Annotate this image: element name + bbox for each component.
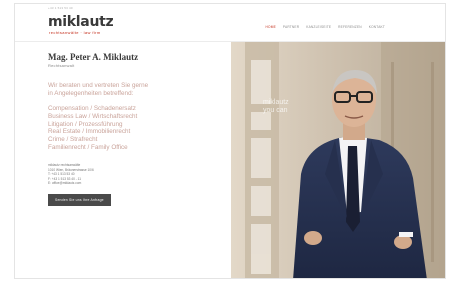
top-contact-bar: +43 1 513 53 40 xyxy=(15,4,445,12)
contact-block: miklautz rechtsanwälte 1010 Wien, Bräune… xyxy=(48,163,228,185)
main-nav: Home Partner Kanzleiseite Referenzen Kon… xyxy=(266,25,385,29)
nav-item-referenzen[interactable]: Referenzen xyxy=(338,25,362,29)
topbar-phone[interactable]: +43 1 513 53 40 xyxy=(48,6,73,10)
site-header: miklautz rechtsanwälte · law firm Home P… xyxy=(15,12,445,42)
page: +43 1 513 53 40 miklautz rechtsanwälte ·… xyxy=(14,3,446,279)
profile-section: Mag. Peter A. Miklautz Rechtsanwalt Wir … xyxy=(48,52,228,207)
nav-item-kontakt[interactable]: Kontakt xyxy=(369,25,385,29)
hero-photo: miklautz you can xyxy=(231,42,445,278)
nav-item-kanzlei[interactable]: Kanzleiseite xyxy=(306,25,331,29)
intro-line-1: Wir beraten und vertreten Sie gerne xyxy=(48,82,149,89)
logo-tagline: rechtsanwälte · law firm xyxy=(49,30,101,35)
practice-areas-list: Compensation / Schadenersatz Business La… xyxy=(48,105,228,151)
practice-area: Litigation / Prozessführung xyxy=(48,120,123,128)
practice-area: Business Law / Wirtschaftsrecht xyxy=(48,112,138,120)
nav-item-home[interactable]: Home xyxy=(266,25,276,29)
photo-overlay-text: miklautz you can xyxy=(263,99,289,115)
practice-area: Real Estate / Immobilienrecht xyxy=(48,128,131,136)
background-lettering xyxy=(251,60,271,274)
contact-email[interactable]: E: office@miklautz.com xyxy=(48,181,228,185)
intro-text: Wir beraten und vertreten Sie gerne in A… xyxy=(48,82,228,97)
practice-area: Compensation / Schadenersatz xyxy=(48,105,136,113)
practice-area: Crime / Strafrecht xyxy=(48,136,98,143)
send-inquiry-button[interactable]: Senden Sie uns Ihre Anfrage xyxy=(48,194,111,207)
lawyer-name: Mag. Peter A. Miklautz xyxy=(48,52,139,62)
practice-area: Familienrecht / Family Office xyxy=(48,143,128,151)
intro-line-2: in Angelegenheiten betreffend: xyxy=(48,89,134,97)
lawyer-role: Rechtsanwalt xyxy=(48,63,75,68)
portrait-illustration xyxy=(231,42,445,278)
logo[interactable]: miklautz rechtsanwälte · law firm xyxy=(48,14,114,36)
photo-overlay-line-1: miklautz xyxy=(263,99,289,106)
photo-overlay-line-2: you can xyxy=(263,107,288,114)
nav-item-partner[interactable]: Partner xyxy=(283,25,299,29)
logo-wordmark: miklautz xyxy=(48,14,114,30)
